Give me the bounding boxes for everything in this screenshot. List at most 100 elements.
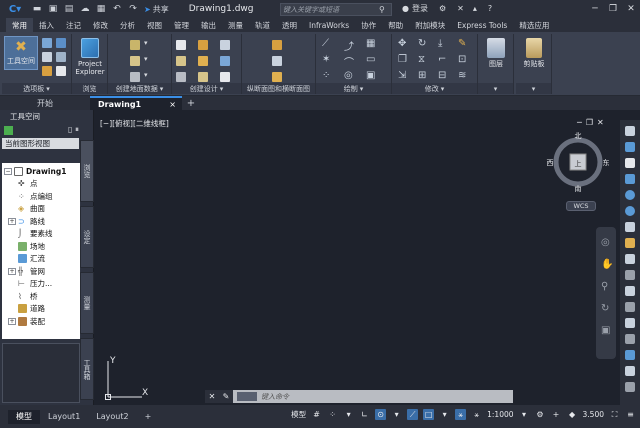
minimize-icon[interactable]: ─ bbox=[577, 118, 582, 127]
viewport-controls-label[interactable]: [−][俯视][二维线框] bbox=[100, 118, 169, 129]
share-button[interactable]: ➤ 共享 bbox=[144, 4, 169, 15]
viewcube[interactable]: 上 北 南 东 西 bbox=[546, 130, 610, 194]
mirror-icon[interactable]: ⧖ bbox=[418, 54, 425, 65]
view-selector[interactable]: 当前图形视图 bbox=[2, 138, 79, 149]
chevron-down-icon[interactable]: ▾ bbox=[391, 409, 402, 420]
tree-item-corridors[interactable]: 道路 bbox=[2, 303, 80, 316]
tool-icon[interactable] bbox=[625, 382, 635, 392]
grading-icon[interactable] bbox=[198, 56, 208, 66]
tab-toolbox[interactable]: 工具箱 bbox=[80, 338, 94, 400]
polar-icon[interactable]: ⊙ bbox=[375, 409, 387, 420]
alignment-icon[interactable] bbox=[198, 40, 208, 50]
steering-wheel-icon[interactable]: ◎ bbox=[601, 237, 610, 248]
copy-icon[interactable]: ❐ bbox=[398, 54, 407, 65]
compass-north[interactable]: 北 bbox=[575, 132, 582, 140]
chevron-down-icon[interactable]: ▾ bbox=[144, 55, 148, 63]
search-input[interactable]: 键入关键字或短语 ⚲ bbox=[280, 3, 392, 16]
tab-home[interactable]: 常用 bbox=[6, 18, 33, 32]
tab-layout2[interactable]: Layout2 bbox=[88, 410, 136, 424]
tree-item-feature-lines[interactable]: ⌡ 要素线 bbox=[2, 228, 80, 241]
tab-transparent[interactable]: 透明 bbox=[276, 18, 303, 32]
compass-east[interactable]: 东 bbox=[603, 158, 610, 167]
tool-icon[interactable] bbox=[625, 158, 635, 168]
arc-icon[interactable]: ⌒ bbox=[344, 54, 354, 69]
tab-prospector[interactable]: 浏览 bbox=[80, 140, 94, 202]
tab-rail[interactable]: 轨道 bbox=[249, 18, 276, 32]
rectangle-icon[interactable]: ▭ bbox=[366, 54, 375, 65]
section-icon[interactable] bbox=[272, 56, 282, 66]
save-icon[interactable]: ▣ bbox=[46, 2, 60, 16]
point-icon[interactable]: ⁘ bbox=[322, 70, 330, 81]
chevron-down-icon[interactable]: ▾ bbox=[144, 71, 148, 79]
assembly-icon[interactable] bbox=[176, 72, 186, 82]
tab-survey[interactable]: 测量 bbox=[222, 18, 249, 32]
redo-icon[interactable]: ↷ bbox=[126, 2, 140, 16]
tree-item-alignments[interactable]: + ⊃ 路线 bbox=[2, 215, 80, 228]
array-icon[interactable]: ⊟ bbox=[438, 70, 446, 81]
fullscreen-icon[interactable]: ⛶ bbox=[609, 409, 620, 420]
tab-settings[interactable]: 设定 bbox=[80, 206, 94, 268]
pressure-network-icon[interactable] bbox=[220, 72, 230, 82]
tab-drawing1[interactable]: Drawing1 × bbox=[90, 96, 182, 110]
tool-icon[interactable] bbox=[625, 286, 635, 296]
tab-output[interactable]: 输出 bbox=[195, 18, 222, 32]
search-icon[interactable]: ⚲ bbox=[379, 5, 391, 14]
line-icon[interactable]: ⟋ bbox=[322, 38, 329, 49]
app-menu-button[interactable]: C ▾ bbox=[2, 1, 28, 17]
traverse-icon[interactable] bbox=[130, 72, 140, 82]
customize-menu-icon[interactable]: ≡ bbox=[625, 409, 636, 420]
wrench-icon[interactable]: ✎ bbox=[219, 390, 233, 403]
isodraft-icon[interactable]: ⟋ bbox=[407, 409, 419, 420]
tree-item-assemblies[interactable]: + 装配 bbox=[2, 315, 80, 328]
pan-icon[interactable]: ✋ bbox=[601, 259, 613, 270]
tool-icon[interactable] bbox=[625, 126, 635, 136]
wcs-menu[interactable]: WCS bbox=[566, 201, 596, 211]
intersection-icon[interactable] bbox=[220, 40, 230, 50]
plus-icon[interactable]: + bbox=[551, 409, 562, 420]
cloud-icon[interactable]: ☁ bbox=[78, 2, 92, 16]
rotate-icon[interactable]: ↻ bbox=[418, 38, 426, 49]
orbit-icon[interactable]: ↻ bbox=[601, 303, 609, 314]
surface-icon[interactable] bbox=[130, 56, 140, 66]
pin-icon[interactable]: ▯ ⏸ bbox=[68, 125, 79, 135]
tree-item-pressure-networks[interactable]: ⊢ 压力... bbox=[2, 278, 80, 291]
points-icon[interactable] bbox=[130, 40, 140, 50]
close-icon[interactable]: ✕ bbox=[205, 390, 219, 403]
ortho-icon[interactable]: ∟ bbox=[359, 409, 370, 420]
tab-collaborate[interactable]: 协作 bbox=[355, 18, 382, 32]
chevron-down-icon[interactable]: ▾ bbox=[144, 39, 148, 47]
restore-icon[interactable]: ❐ bbox=[604, 0, 622, 18]
stretch-icon[interactable]: ⇲ bbox=[398, 70, 406, 81]
close-icon[interactable]: ✕ bbox=[622, 0, 640, 18]
chevron-down-icon[interactable]: ▾ bbox=[441, 85, 445, 93]
tree-item-points[interactable]: ✜ 点 bbox=[2, 178, 80, 191]
tree-item-pipe-networks[interactable]: + ╬ 管网 bbox=[2, 265, 80, 278]
zoom-icon[interactable]: ⚲ bbox=[601, 281, 608, 292]
tab-start[interactable]: 开始 bbox=[0, 96, 90, 110]
parcel-icon[interactable] bbox=[176, 40, 186, 50]
help-icon[interactable]: ? bbox=[488, 4, 492, 13]
tab-analyze[interactable]: 分析 bbox=[114, 18, 141, 32]
tool-icon[interactable] bbox=[625, 270, 635, 280]
polyline-icon[interactable]: ⤴ bbox=[344, 38, 354, 53]
exchange-icon[interactable]: ✕ bbox=[457, 4, 464, 13]
chevron-down-icon[interactable]: ▾ bbox=[343, 409, 354, 420]
pipe-network-icon[interactable] bbox=[220, 56, 230, 66]
cart-icon[interactable]: ⚙ bbox=[439, 4, 446, 13]
trim-icon[interactable]: ⤓ bbox=[438, 38, 442, 49]
offset-icon[interactable]: ≋ bbox=[458, 70, 466, 81]
chevron-down-icon[interactable]: ▾ bbox=[532, 85, 536, 93]
chevron-down-icon[interactable]: ▾ bbox=[360, 85, 364, 93]
tab-infraworks[interactable]: InfraWorks bbox=[303, 18, 355, 32]
tree-item-drawing1[interactable]: − Drawing1 bbox=[2, 165, 80, 178]
tab-layout1[interactable]: Layout1 bbox=[40, 410, 88, 424]
tree-item-sites[interactable]: 场地 bbox=[2, 240, 80, 253]
model-space-button[interactable]: 模型 bbox=[291, 409, 306, 420]
new-tab-button[interactable]: + bbox=[182, 98, 200, 109]
snap-icon[interactable]: ⁘ bbox=[327, 409, 338, 420]
triangle-icon[interactable]: ▴ bbox=[473, 4, 477, 13]
tool-icon[interactable] bbox=[625, 222, 635, 232]
chevron-down-icon[interactable]: ▾ bbox=[519, 409, 530, 420]
tool-icon[interactable] bbox=[625, 334, 635, 344]
tree-item-surfaces[interactable]: ◈ 曲面 bbox=[2, 203, 80, 216]
